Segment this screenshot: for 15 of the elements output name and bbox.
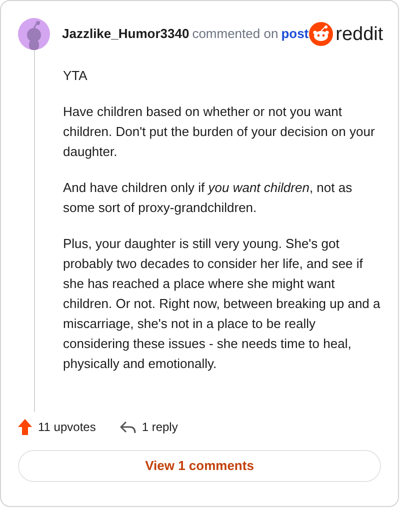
comment-paragraph: YTA xyxy=(63,67,88,85)
reply-count: 1 reply xyxy=(142,419,178,436)
upvote-count: 11 upvotes xyxy=(38,419,96,436)
username[interactable]: Jazzlike_Humor3340 xyxy=(62,24,190,44)
view-comments-button[interactable]: View 1 comments xyxy=(18,450,381,482)
comment-paragraph: Have children based on whether or not you want children. Don't put the burden of your decision on your daughter. xyxy=(63,103,376,161)
comment-paragraph: Plus, your daughter is still very young. She's got probably two decades to consider her life, and see if she has reached a place where she might want children. Or not. Right now, between breaking up and a miscarriage, she's not in a place to be really considering these issues - she needs time to heal, physically and emotionally. xyxy=(63,235,381,373)
avatar-icon xyxy=(18,18,50,50)
reply-icon[interactable] xyxy=(120,420,136,434)
action-text: commented on xyxy=(192,25,278,44)
logo-text: reddit xyxy=(336,24,384,44)
comment-paragraph: And have children only if you want children, not as some sort of proxy-grandchildren. xyxy=(63,179,354,217)
upvote-icon[interactable] xyxy=(18,419,32,435)
logo-icon xyxy=(308,22,333,46)
post-link[interactable]: post xyxy=(281,24,309,44)
